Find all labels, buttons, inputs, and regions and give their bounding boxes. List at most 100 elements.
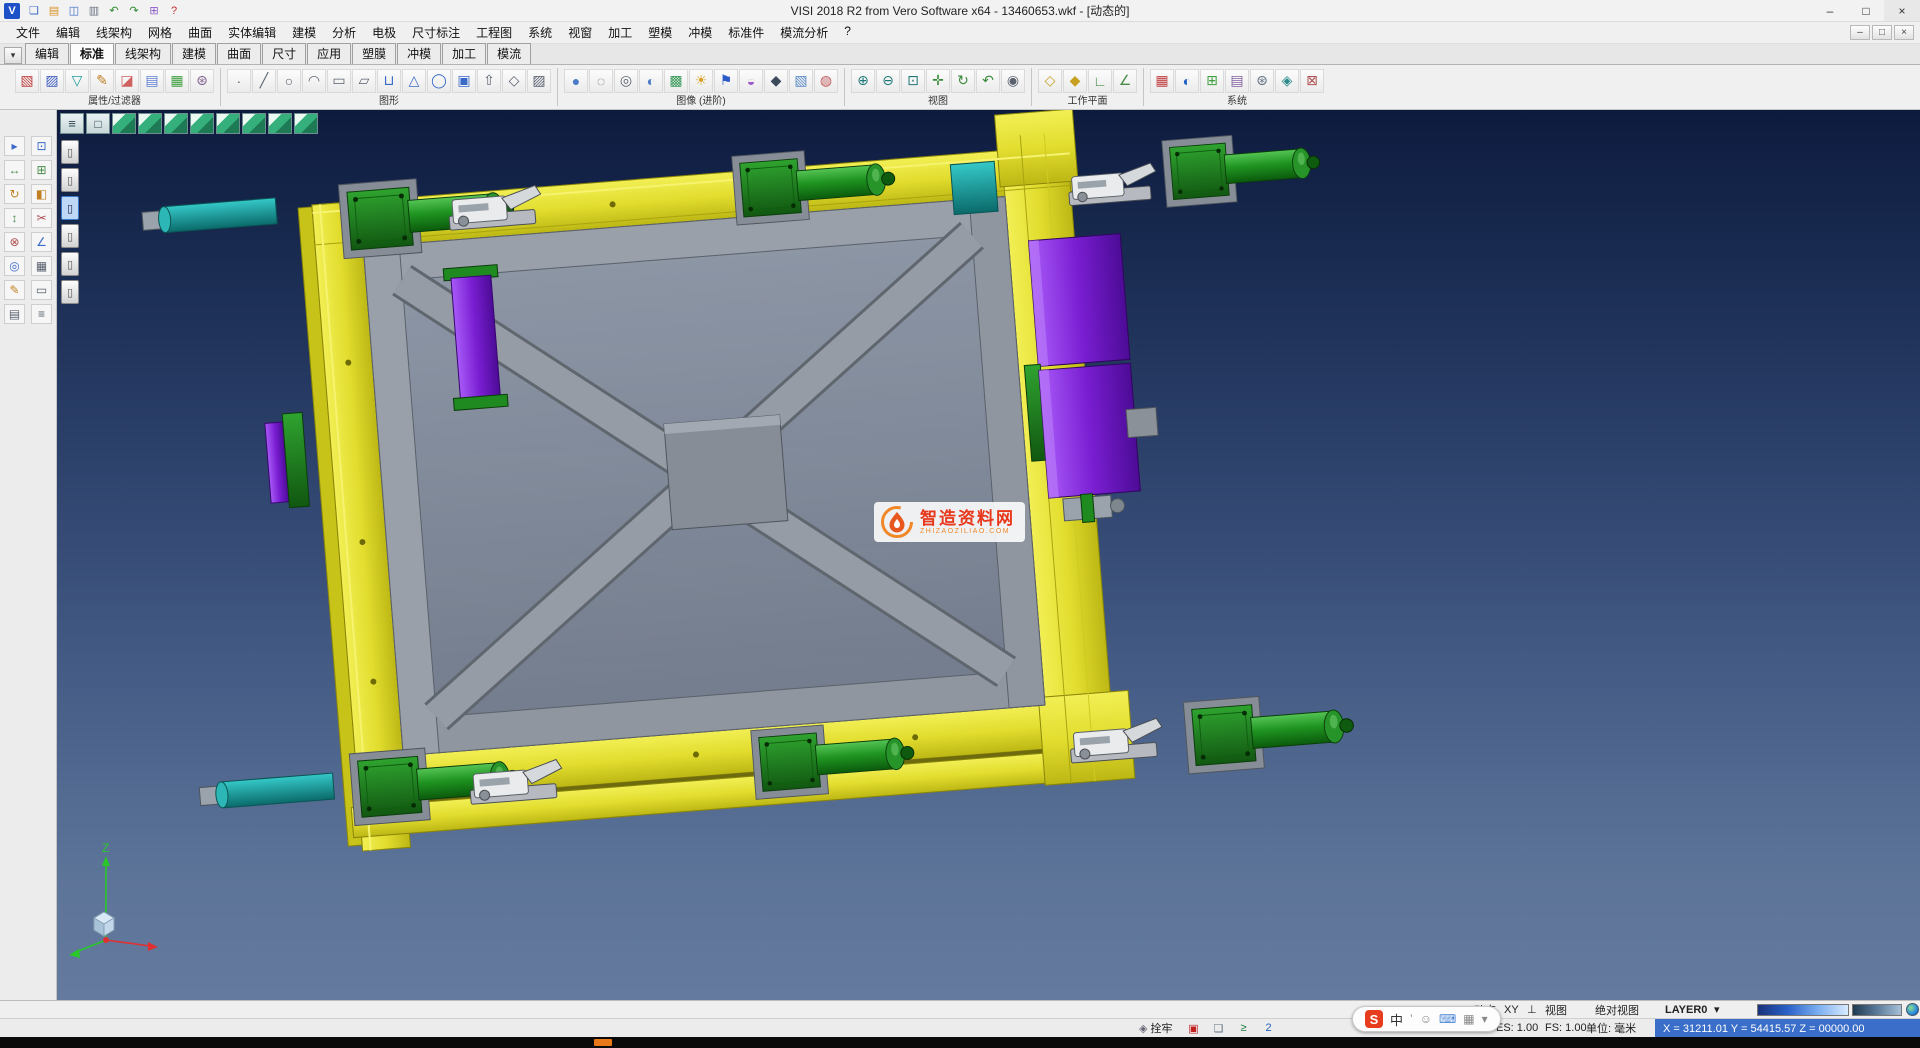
teal-block[interactable] xyxy=(950,161,998,214)
latch-clamp-top-right[interactable] xyxy=(1067,163,1158,206)
menu-item[interactable]: 视窗 xyxy=(560,24,600,41)
box-icon[interactable]: ▣ xyxy=(452,69,476,93)
attribute-paint-icon[interactable]: ▧ xyxy=(15,69,39,93)
trim-icon[interactable]: ✂ xyxy=(31,208,52,228)
color-scale-swatch[interactable] xyxy=(1757,1004,1849,1016)
rectangle-icon[interactable]: ▭ xyxy=(327,69,351,93)
rotate-view-icon[interactable]: ↻ xyxy=(951,69,975,93)
front-view-icon[interactable] xyxy=(138,113,162,134)
tab-molding[interactable]: 塑膜 xyxy=(352,43,396,64)
annotate-icon[interactable]: ✎ xyxy=(4,280,25,300)
mdi-minimize-button[interactable]: – xyxy=(1850,25,1870,40)
menu-item[interactable]: 曲面 xyxy=(180,24,220,41)
render-icon[interactable]: ◍ xyxy=(814,69,838,93)
plane-angle-icon[interactable]: ∠ xyxy=(1113,69,1137,93)
ime-menu-icon[interactable]: ▾ xyxy=(1482,1012,1488,1026)
iso-view-icon[interactable] xyxy=(112,113,136,134)
tab-surface[interactable]: 曲面 xyxy=(217,43,261,64)
plane-axis-icon[interactable]: ∟ xyxy=(1088,69,1112,93)
mirror-icon[interactable]: ◧ xyxy=(31,184,52,204)
print-icon[interactable]: ▥ xyxy=(85,3,103,19)
minimize-button[interactable]: – xyxy=(1812,0,1848,21)
flag-icon[interactable]: ⚑ xyxy=(714,69,738,93)
color-filter-icon[interactable]: ▦ xyxy=(165,69,189,93)
layer-selector[interactable]: LAYER0 xyxy=(1665,1001,1707,1018)
menu-item[interactable]: 模流分析 xyxy=(772,24,836,41)
polygon-icon[interactable]: ▱ xyxy=(352,69,376,93)
section-icon[interactable]: ◒ xyxy=(739,69,763,93)
tab-modeling[interactable]: 建模 xyxy=(172,43,216,64)
menu-item[interactable]: 文件 xyxy=(8,24,48,41)
open-file-icon[interactable]: ▤ xyxy=(45,3,63,19)
exit-icon[interactable]: ⊠ xyxy=(1300,69,1324,93)
hatch-icon[interactable]: ▨ xyxy=(527,69,551,93)
clipboard-icon[interactable]: ⊞ xyxy=(145,3,163,19)
os-taskbar[interactable] xyxy=(0,1037,1920,1048)
menu-item[interactable]: 塑模 xyxy=(640,24,680,41)
tab-wireframe[interactable]: 线架构 xyxy=(115,43,171,64)
ime-keyboard-icon[interactable]: ⌨ xyxy=(1439,1012,1456,1026)
settings-icon[interactable]: ⊛ xyxy=(1250,69,1274,93)
saved-view-1[interactable]: ▯ xyxy=(61,140,79,164)
printer-tray-icon[interactable]: ❏ xyxy=(1210,1021,1227,1036)
close-button[interactable]: × xyxy=(1884,0,1920,21)
texture-icon[interactable]: ▩ xyxy=(664,69,688,93)
stretch-icon[interactable]: ↕ xyxy=(4,208,25,228)
workplane-cell[interactable]: XY xyxy=(1504,1001,1519,1018)
maximize-button[interactable]: □ xyxy=(1848,0,1884,21)
menu-item[interactable]: 系统 xyxy=(520,24,560,41)
save-icon[interactable]: ◫ xyxy=(65,3,83,19)
half-shade-icon[interactable]: ◐ xyxy=(639,69,663,93)
zoom-out-icon[interactable]: ⊖ xyxy=(876,69,900,93)
line-icon[interactable]: ╱ xyxy=(252,69,276,93)
background-icon[interactable]: ▧ xyxy=(789,69,813,93)
tab-edit[interactable]: 编辑 xyxy=(25,43,69,64)
view-menu-cell[interactable]: 视图 xyxy=(1545,1001,1567,1018)
point-icon[interactable]: ∙ xyxy=(227,69,251,93)
filter-add-icon[interactable]: ▽ xyxy=(65,69,89,93)
profile-icon[interactable]: ◇ xyxy=(502,69,526,93)
menu-item[interactable]: 工程图 xyxy=(468,24,520,41)
filter-settings-icon[interactable]: ⊛ xyxy=(190,69,214,93)
lock-toggle[interactable]: ◈ 拴牢 xyxy=(1139,1019,1172,1037)
top-view-icon[interactable] xyxy=(164,113,188,134)
rotate-icon[interactable]: ↻ xyxy=(4,184,25,204)
menu-item[interactable]: 尺寸标注 xyxy=(404,24,468,41)
undo-icon[interactable]: ↶ xyxy=(105,3,123,19)
menu-item[interactable]: 冲模 xyxy=(680,24,720,41)
bottom-view-icon[interactable] xyxy=(268,113,292,134)
teal-cylinder-bottom-left[interactable] xyxy=(199,773,335,809)
measure-icon[interactable]: ∠ xyxy=(31,232,52,252)
layers-icon[interactable]: ▤ xyxy=(4,304,25,324)
plane-xy-icon[interactable]: ◇ xyxy=(1038,69,1062,93)
globe-icon[interactable]: ◐ xyxy=(1175,69,1199,93)
box-select-icon[interactable]: ⊡ xyxy=(31,136,52,156)
gray-connector[interactable] xyxy=(1126,407,1158,437)
plane-icon[interactable]: ▭ xyxy=(31,280,52,300)
color-grid-icon[interactable]: ▦ xyxy=(1150,69,1174,93)
tab-machining[interactable]: 加工 xyxy=(442,43,486,64)
snapshot-icon[interactable]: ◈ xyxy=(1275,69,1299,93)
menu-item[interactable]: 网格 xyxy=(140,24,180,41)
menu-item[interactable]: 实体编辑 xyxy=(220,24,284,41)
teal-cylinder-top-left[interactable] xyxy=(142,198,278,234)
sphere-icon[interactable]: ◯ xyxy=(427,69,451,93)
mdi-close-button[interactable]: × xyxy=(1894,25,1914,40)
menu-item[interactable]: 加工 xyxy=(600,24,640,41)
extrude-icon[interactable]: ⇧ xyxy=(477,69,501,93)
viewport-layout-icon[interactable]: ≡ xyxy=(60,113,84,134)
taskbar-app-icon[interactable] xyxy=(594,1039,612,1046)
saved-view-5[interactable]: ▯ xyxy=(61,252,79,276)
hidden-line-icon[interactable]: ◎ xyxy=(614,69,638,93)
clamp-cylinder-top-right[interactable] xyxy=(1162,129,1322,208)
menu-item[interactable]: 建模 xyxy=(284,24,324,41)
chart-tray-icon[interactable]: ≥ xyxy=(1235,1021,1252,1036)
sogou-logo-icon[interactable]: S xyxy=(1365,1010,1383,1028)
right-view-icon[interactable] xyxy=(190,113,214,134)
menu-item[interactable]: 分析 xyxy=(324,24,364,41)
zoom-in-icon[interactable]: ⊕ xyxy=(851,69,875,93)
dimension-icon[interactable]: ◎ xyxy=(4,256,25,276)
plane-fit-icon[interactable]: ◆ xyxy=(1063,69,1087,93)
list-icon[interactable]: ≡ xyxy=(31,304,52,324)
menu-item[interactable]: 电极 xyxy=(364,24,404,41)
